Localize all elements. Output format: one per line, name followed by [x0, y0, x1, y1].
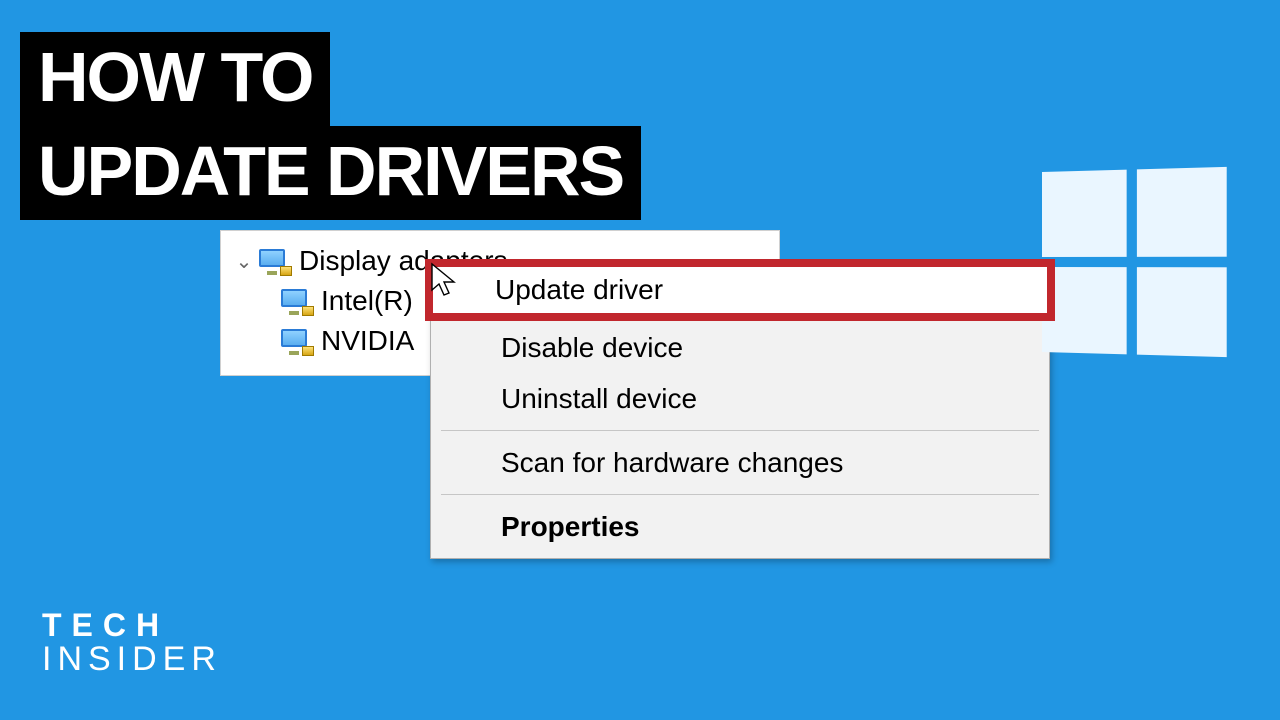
- menu-item-uninstall-device[interactable]: Uninstall device: [431, 373, 1049, 424]
- display-adapter-icon: [281, 289, 311, 313]
- menu-item-properties[interactable]: Properties: [431, 501, 1049, 552]
- tree-child-label: NVIDIA: [321, 325, 414, 357]
- menu-item-scan-hardware[interactable]: Scan for hardware changes: [431, 437, 1049, 488]
- display-adapter-icon: [281, 329, 311, 353]
- context-menu: Update driver Update driver Disable devi…: [430, 264, 1050, 559]
- menu-item-update-driver-label: Update driver: [495, 274, 663, 306]
- menu-separator: [441, 494, 1039, 495]
- brand-logo: TECH INSIDER: [42, 609, 222, 678]
- menu-separator: [441, 430, 1039, 431]
- brand-line-2: INSIDER: [42, 642, 222, 678]
- title-line-2: UPDATE DRIVERS: [20, 126, 641, 220]
- tree-child-label: Intel(R): [321, 285, 413, 317]
- menu-highlight-box: Update driver: [425, 259, 1055, 321]
- title-line-1: HOW TO: [20, 32, 330, 126]
- brand-line-1: TECH: [42, 609, 222, 643]
- windows-logo-icon: [1042, 167, 1227, 357]
- chevron-down-icon: ⌄: [235, 249, 253, 274]
- menu-item-disable-device[interactable]: Disable device: [431, 322, 1049, 373]
- display-adapter-icon: [259, 249, 289, 273]
